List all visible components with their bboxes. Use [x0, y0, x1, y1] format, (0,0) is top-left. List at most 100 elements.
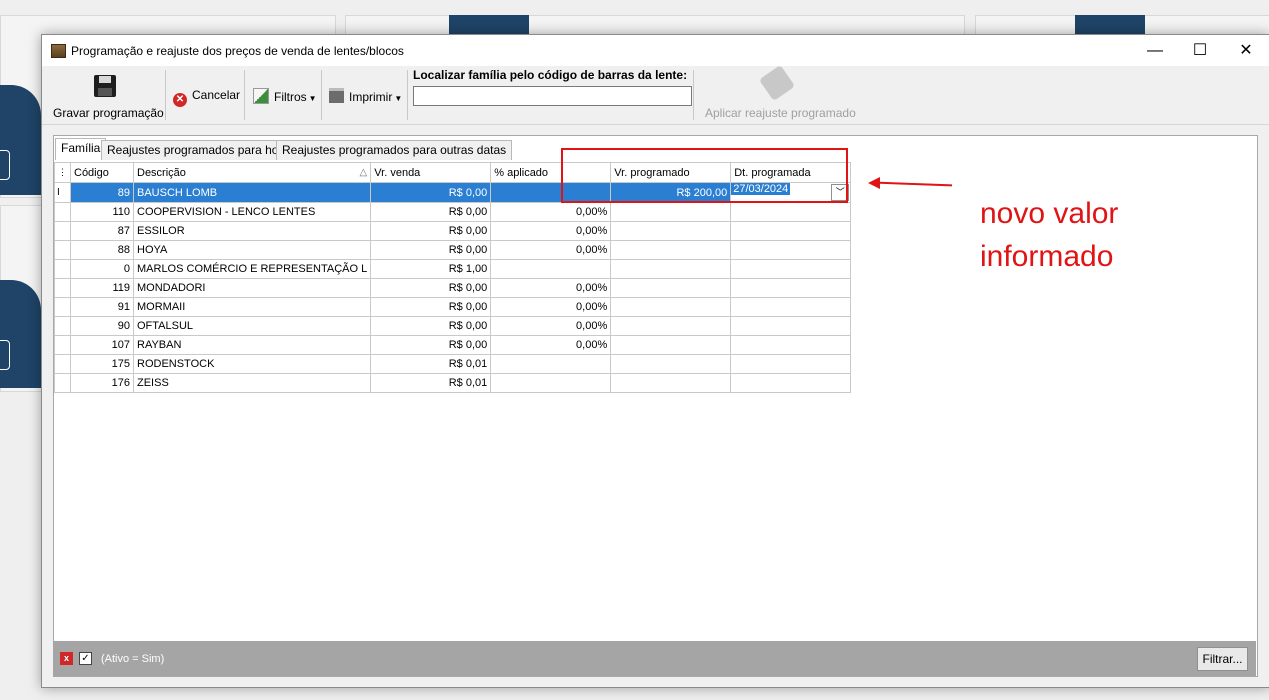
cell-codigo[interactable]: 87: [70, 221, 134, 241]
cell-vr-venda[interactable]: R$ 0,01: [370, 373, 492, 393]
filters-dropdown-button[interactable]: Filtros ▼: [253, 88, 317, 104]
cell-descricao[interactable]: RODENSTOCK: [132, 354, 372, 374]
cell-descricao[interactable]: MORMAII: [132, 297, 372, 317]
table-row[interactable]: 119 MONDADORI R$ 0,00 0,00%: [54, 278, 852, 298]
cell-codigo[interactable]: 90: [70, 316, 134, 336]
minimize-button[interactable]: —: [1132, 35, 1178, 66]
clear-filter-icon[interactable]: x: [60, 652, 73, 665]
cell-codigo[interactable]: 91: [70, 297, 134, 317]
cell-aplicado[interactable]: [490, 354, 612, 374]
cell-descricao[interactable]: ESSILOR: [132, 221, 372, 241]
cell-codigo[interactable]: 107: [70, 335, 134, 355]
apply-adjustment-button[interactable]: Aplicar reajuste programado: [705, 106, 856, 120]
cell-codigo[interactable]: 176: [70, 373, 134, 393]
cell-descricao[interactable]: OFTALSUL: [132, 316, 372, 336]
cell-aplicado[interactable]: 0,00%: [490, 316, 612, 336]
cell-vr-venda[interactable]: R$ 1,00: [370, 259, 492, 279]
cell-vr-programado[interactable]: [610, 316, 732, 336]
price-tag-icon: [758, 64, 796, 102]
column-header-vr-venda[interactable]: Vr. venda: [370, 162, 492, 183]
cell-dt-programada[interactable]: [730, 221, 852, 241]
table-row[interactable]: 87 ESSILOR R$ 0,00 0,00%: [54, 221, 852, 241]
column-chooser-icon[interactable]: ⋮: [54, 162, 71, 183]
cell-dt-programada[interactable]: [730, 373, 852, 393]
tab-reajustes-hoje[interactable]: Reajustes programados para hoje: [101, 140, 294, 160]
table-row[interactable]: 176 ZEISS R$ 0,01: [54, 373, 852, 393]
save-schedule-button[interactable]: Gravar programação: [42, 66, 165, 124]
cell-vr-venda[interactable]: R$ 0,00: [370, 202, 492, 222]
cell-vr-venda[interactable]: R$ 0,00: [370, 221, 492, 241]
cell-dt-programada[interactable]: [730, 297, 852, 317]
table-row[interactable]: 91 MORMAII R$ 0,00 0,00%: [54, 297, 852, 317]
maximize-button[interactable]: ☐: [1177, 35, 1223, 66]
cell-codigo[interactable]: 110: [70, 202, 134, 222]
cell-aplicado[interactable]: [490, 373, 612, 393]
table-row[interactable]: 90 OFTALSUL R$ 0,00 0,00%: [54, 316, 852, 336]
cell-aplicado[interactable]: 0,00%: [490, 297, 612, 317]
filter-button[interactable]: Filtrar...: [1197, 647, 1248, 671]
cell-codigo[interactable]: 0: [70, 259, 134, 279]
tab-reajustes-outras-datas[interactable]: Reajustes programados para outras datas: [276, 140, 513, 160]
cell-vr-programado[interactable]: [610, 278, 732, 298]
cell-vr-venda[interactable]: R$ 0,00: [370, 278, 492, 298]
cell-vr-venda[interactable]: R$ 0,00: [370, 297, 492, 317]
cell-vr-programado[interactable]: [610, 373, 732, 393]
cell-descricao[interactable]: MONDADORI: [132, 278, 372, 298]
cell-descricao[interactable]: COOPERVISION - LENCO LENTES: [132, 202, 372, 222]
cell-vr-venda[interactable]: R$ 0,01: [370, 354, 492, 374]
tab-familia[interactable]: Família: [55, 138, 107, 160]
cancel-button[interactable]: ✕ Cancelar: [173, 88, 240, 107]
column-header-descricao[interactable]: Descrição △: [132, 162, 372, 183]
cell-codigo[interactable]: 88: [70, 240, 134, 260]
cell-codigo[interactable]: 119: [70, 278, 134, 298]
barcode-search-input[interactable]: [413, 86, 692, 106]
table-row[interactable]: 107 RAYBAN R$ 0,00 0,00%: [54, 335, 852, 355]
cell-descricao[interactable]: BAUSCH LOMB: [132, 182, 372, 203]
cell-dt-programada[interactable]: [730, 335, 852, 355]
filter-active-checkbox[interactable]: ✓: [79, 652, 92, 665]
cell-aplicado[interactable]: 0,00%: [490, 202, 612, 222]
cell-vr-programado[interactable]: [610, 240, 732, 260]
annotation-arrow-icon: [868, 177, 880, 189]
cancel-icon: ✕: [173, 93, 187, 107]
cell-vr-programado[interactable]: [610, 259, 732, 279]
table-row[interactable]: 88 HOYA R$ 0,00 0,00%: [54, 240, 852, 260]
cell-vr-venda[interactable]: R$ 0,00: [370, 335, 492, 355]
cell-aplicado[interactable]: 0,00%: [490, 240, 612, 260]
cell-vr-venda[interactable]: R$ 0,00: [370, 182, 492, 203]
cell-descricao[interactable]: RAYBAN: [132, 335, 372, 355]
cell-vr-programado[interactable]: [610, 221, 732, 241]
cell-dt-programada[interactable]: [730, 354, 852, 374]
print-dropdown-button[interactable]: Imprimir ▼: [329, 88, 402, 104]
cell-codigo[interactable]: 89: [70, 182, 134, 203]
cell-descricao[interactable]: HOYA: [132, 240, 372, 260]
row-indicator: [54, 316, 71, 336]
cell-vr-venda[interactable]: R$ 0,00: [370, 316, 492, 336]
cell-dt-programada[interactable]: [730, 278, 852, 298]
table-row[interactable]: 175 RODENSTOCK R$ 0,01: [54, 354, 852, 374]
cell-aplicado[interactable]: 0,00%: [490, 278, 612, 298]
cell-dt-programada[interactable]: [730, 316, 852, 336]
cell-descricao[interactable]: ZEISS: [132, 373, 372, 393]
cell-vr-programado[interactable]: [610, 335, 732, 355]
cell-aplicado[interactable]: [490, 259, 612, 279]
column-header-codigo[interactable]: Código: [70, 162, 134, 183]
cell-codigo[interactable]: 175: [70, 354, 134, 374]
cell-dt-programada[interactable]: [730, 240, 852, 260]
cell-descricao[interactable]: MARLOS COMÉRCIO E REPRESENTAÇÃO L: [132, 259, 372, 279]
cell-dt-programada[interactable]: [730, 259, 852, 279]
cell-aplicado[interactable]: 0,00%: [490, 335, 612, 355]
annotation-line-1: novo valor: [980, 197, 1119, 230]
table-row[interactable]: 110 COOPERVISION - LENCO LENTES R$ 0,00 …: [54, 202, 852, 222]
close-button[interactable]: ✕: [1223, 35, 1269, 66]
cell-vr-venda[interactable]: R$ 0,00: [370, 240, 492, 260]
cell-vr-programado[interactable]: [610, 354, 732, 374]
cell-vr-programado[interactable]: [610, 202, 732, 222]
cell-aplicado[interactable]: 0,00%: [490, 221, 612, 241]
cell-dt-programada[interactable]: [730, 202, 852, 222]
background-blue-shape: [0, 280, 41, 388]
row-indicator-icon: I: [54, 182, 71, 203]
toolbar-separator: [244, 70, 245, 120]
table-row[interactable]: 0 MARLOS COMÉRCIO E REPRESENTAÇÃO L R$ 1…: [54, 259, 852, 279]
cell-vr-programado[interactable]: [610, 297, 732, 317]
